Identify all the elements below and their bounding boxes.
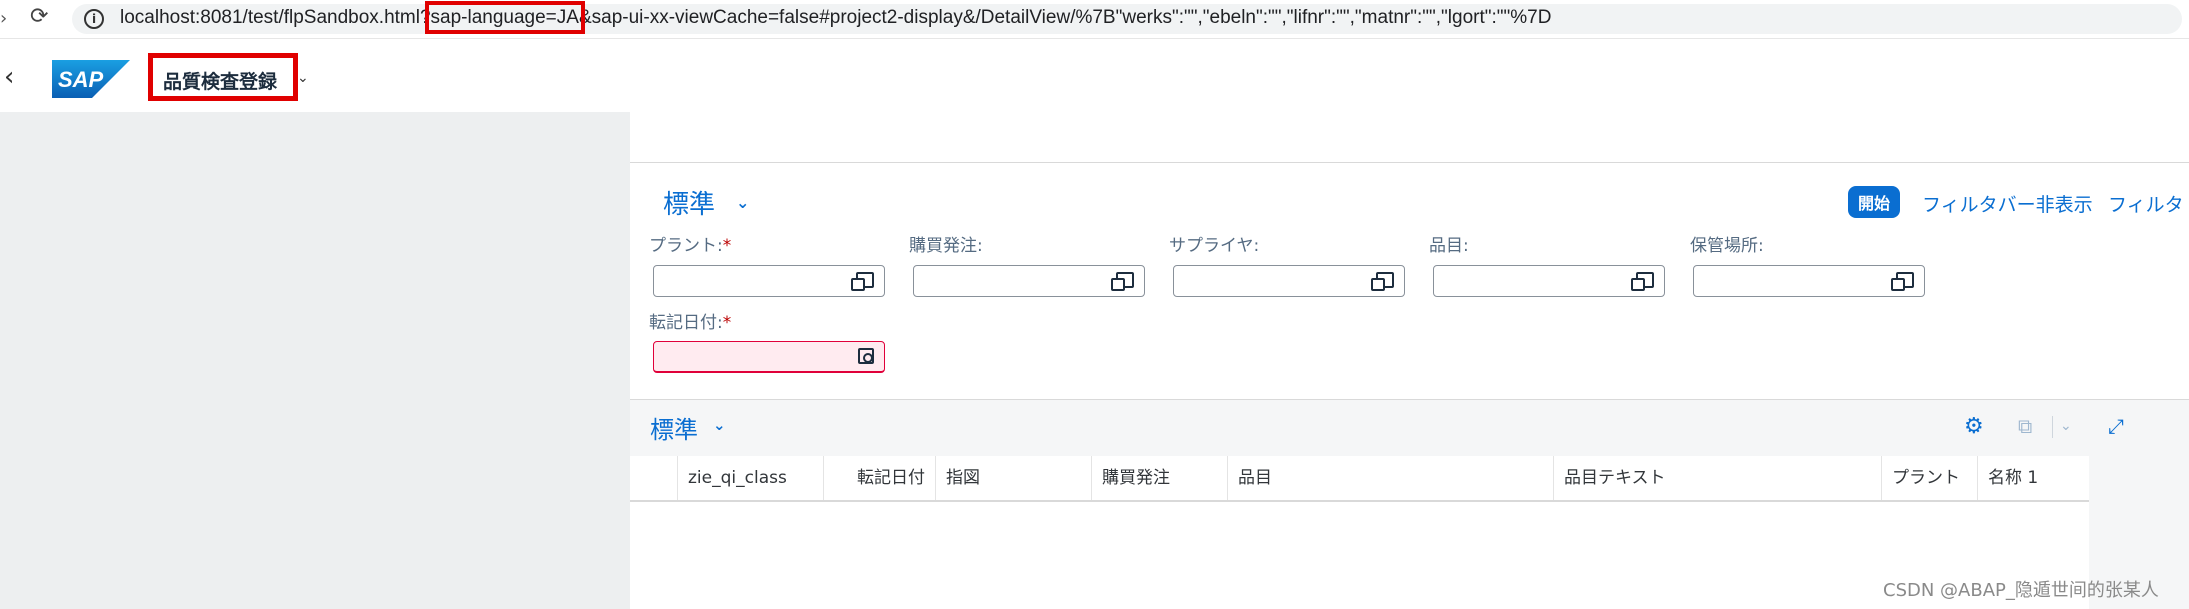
column-header[interactable]: プラント <box>1882 456 1978 500</box>
watermark: CSDN @ABAP_隐遁世间的张某人 <box>1883 580 2159 601</box>
hide-filter-bar-link[interactable]: フィルタバー非表示 <box>1922 190 2093 217</box>
filter-label-supplier: サプライヤ: <box>1169 236 1260 256</box>
back-icon[interactable]: ‹ <box>4 62 14 92</box>
column-header[interactable]: 購買発注 <box>1092 456 1228 500</box>
shell-bar <box>0 39 2189 111</box>
date-range-icon[interactable] <box>858 348 874 364</box>
fullscreen-icon[interactable]: ⤢ <box>2108 414 2124 438</box>
value-help-icon[interactable] <box>1631 272 1654 291</box>
table-body <box>630 502 2089 609</box>
filters-link[interactable]: フィルタ <box>2108 190 2184 217</box>
column-header[interactable]: zie_qi_class <box>678 456 824 500</box>
filter-label-material: 品目: <box>1429 236 1469 256</box>
required-marker: * <box>722 236 732 256</box>
reload-icon[interactable]: ⟳ <box>30 4 48 29</box>
value-help-icon[interactable] <box>851 272 874 291</box>
filter-label-storage-location: 保管場所: <box>1690 236 1764 256</box>
value-help-icon[interactable] <box>1891 272 1914 291</box>
variant-title[interactable]: 標準 <box>663 184 715 221</box>
storage-location-input[interactable] <box>1693 265 1925 297</box>
required-marker: * <box>722 313 732 333</box>
table-variant-chevron-down-icon[interactable]: ⌄ <box>713 416 726 434</box>
column-header[interactable]: 名称 1 <box>1978 456 2089 500</box>
value-help-icon[interactable] <box>1371 272 1394 291</box>
sap-logo-text: SAP <box>58 67 104 92</box>
filter-label-posting-date-text: 転記日付: <box>649 313 723 333</box>
filter-label-po: 購買発注: <box>909 236 983 256</box>
supplier-input[interactable] <box>1173 265 1405 297</box>
app-title[interactable]: 品質検査登録 <box>163 67 277 94</box>
chevron-down-icon[interactable]: ⌄ <box>297 70 309 86</box>
table-toolbar <box>630 400 2189 456</box>
table-variant-title[interactable]: 標準 <box>650 410 698 445</box>
value-help-icon[interactable] <box>1111 272 1134 291</box>
table-header-row: zie_qi_class 転記日付 指図 購買発注 品目 品目テキスト プラント… <box>630 456 2089 502</box>
left-pane <box>0 112 630 609</box>
url-text[interactable]: localhost:8081/test/flpSandbox.html?sap-… <box>120 1 1552 34</box>
forward-arrow-icon[interactable]: › <box>0 8 7 29</box>
material-input[interactable] <box>1433 265 1665 297</box>
go-button[interactable]: 開始 <box>1848 186 1901 218</box>
divider <box>630 162 2189 163</box>
site-info-icon[interactable]: i <box>84 9 104 29</box>
filter-label-plant-text: プラント: <box>649 236 723 256</box>
url-suffix: &sap-ui-xx-viewCache=false#project2-disp… <box>578 7 1552 28</box>
posting-date-input[interactable] <box>653 341 885 373</box>
export-icon[interactable]: ⧉ <box>2018 414 2032 438</box>
column-header[interactable]: 品目テキスト <box>1554 456 1882 500</box>
export-chevron-down-icon[interactable]: ⌄ <box>2060 418 2072 434</box>
settings-gear-icon[interactable]: ⚙ <box>1964 414 1984 439</box>
purchase-order-input[interactable] <box>913 265 1145 297</box>
column-header[interactable]: 品目 <box>1228 456 1554 500</box>
sap-logo[interactable]: SAP <box>52 60 130 98</box>
toolbar-separator <box>2052 416 2053 438</box>
filter-label-plant: プラント:* <box>649 231 731 256</box>
plant-input[interactable] <box>653 265 885 297</box>
variant-chevron-down-icon[interactable]: ⌄ <box>736 193 749 212</box>
column-header[interactable]: 指図 <box>936 456 1092 500</box>
filter-label-posting-date: 転記日付:* <box>649 308 731 333</box>
url-language-param: sap-language=JA <box>424 1 585 34</box>
column-header[interactable]: 転記日付 <box>824 456 936 500</box>
row-selector-column-header[interactable] <box>630 456 678 500</box>
url-prefix: localhost:8081/test/flpSandbox.html? <box>120 7 431 28</box>
